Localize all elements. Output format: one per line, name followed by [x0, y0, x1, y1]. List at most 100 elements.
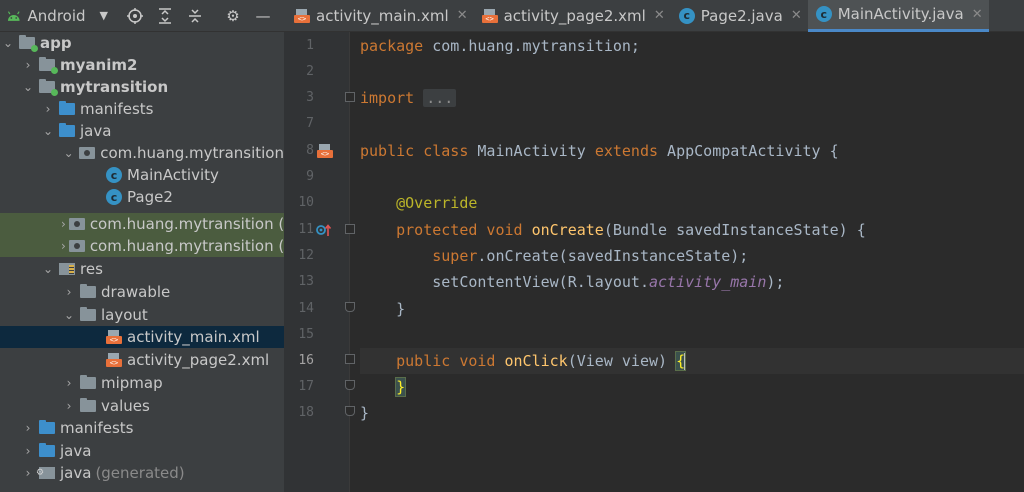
minimize-icon[interactable]: —	[248, 0, 278, 32]
close-icon[interactable]: ✕	[972, 7, 983, 22]
chevron-right-icon[interactable]: ›	[20, 466, 36, 480]
collapse-all-icon[interactable]	[180, 0, 210, 32]
close-icon[interactable]: ✕	[654, 8, 665, 23]
fold-end-icon[interactable]	[345, 302, 355, 312]
tree-item-mipmap[interactable]: › mipmap	[0, 372, 284, 394]
xml-layout-icon: <>	[106, 329, 122, 345]
line-number: 13	[298, 274, 314, 289]
chevron-down-icon[interactable]: ⌄	[40, 262, 56, 276]
code-token: super	[432, 247, 478, 265]
tab-activity-main-xml[interactable]: <> activity_main.xml ✕	[286, 0, 474, 32]
module-folder-icon	[39, 57, 58, 74]
tree-item-myanim2[interactable]: › myanim2	[0, 54, 284, 76]
project-view-selector[interactable]: Android ▼	[0, 0, 108, 32]
tree-item-manifests[interactable]: › manifests	[0, 98, 284, 120]
code-line: public class MainActivity extends AppCom…	[360, 138, 1024, 164]
tree-label: res	[80, 260, 103, 278]
tree-item-java-generated[interactable]: › java (generated)	[0, 462, 284, 484]
code-token: MainActivity	[468, 142, 595, 160]
chevron-down-icon[interactable]: ⌄	[61, 308, 77, 322]
tree-item-package-android-test[interactable]: › com.huang.mytransition (	[0, 213, 284, 235]
folded-imports[interactable]: ...	[423, 89, 457, 107]
chevron-down-icon[interactable]: ⌄	[61, 146, 76, 160]
code-token: (View view)	[567, 352, 677, 370]
project-tree: ⌄ app › myanim2 ⌄ mytransition › manifes…	[0, 32, 284, 492]
tree-item-mytransition[interactable]: ⌄ mytransition	[0, 76, 284, 98]
code-token: );	[766, 273, 785, 291]
chevron-right-icon[interactable]: ›	[20, 58, 36, 72]
chevron-right-icon[interactable]: ›	[20, 421, 36, 435]
tree-item-values[interactable]: › values	[0, 395, 284, 417]
tree-item-res[interactable]: ⌄ res	[0, 258, 284, 280]
code-token: }	[396, 300, 406, 318]
line-number: 1	[306, 38, 314, 53]
tree-item-root-manifests[interactable]: › manifests	[0, 417, 284, 439]
tree-item-root-java[interactable]: › java	[0, 440, 284, 462]
fold-marker-icon[interactable]	[345, 224, 355, 234]
code-editor[interactable]: 1 2 3 7 8 9 10 11 12 13 14 15 16 17 18 <…	[284, 32, 1024, 492]
tab-label: activity_main.xml	[316, 6, 449, 25]
chevron-right-icon[interactable]: ›	[61, 217, 66, 231]
chevron-down-icon[interactable]: ⌄	[20, 80, 36, 94]
tree-item-java[interactable]: ⌄ java	[0, 120, 284, 142]
activity-layout-gutter-icon[interactable]: <>	[317, 143, 333, 163]
chevron-down-icon[interactable]: ⌄	[40, 124, 56, 138]
expand-all-icon[interactable]	[150, 0, 180, 32]
folder-icon	[80, 284, 96, 298]
package-icon	[68, 240, 85, 252]
chevron-right-icon[interactable]: ›	[61, 239, 66, 253]
code-line: super.onCreate(savedInstanceState);	[360, 243, 1024, 269]
chevron-right-icon[interactable]: ›	[20, 444, 36, 458]
code-line: protected void onCreate(Bundle savedInst…	[360, 217, 1024, 243]
fold-end-icon[interactable]	[345, 380, 355, 390]
line-number: 2	[306, 64, 314, 79]
tree-label: layout	[101, 306, 148, 324]
crosshair-icon[interactable]	[120, 0, 150, 32]
tree-label: java	[80, 122, 112, 140]
java-class-icon: c	[106, 189, 122, 205]
line-number: 7	[306, 116, 314, 131]
folder-icon	[39, 420, 55, 434]
gear-icon[interactable]: ⚙	[218, 0, 248, 32]
fold-end-icon[interactable]	[345, 406, 355, 416]
folder-icon	[80, 375, 96, 389]
chevron-right-icon[interactable]: ›	[40, 102, 56, 116]
fold-marker-icon[interactable]	[345, 92, 355, 102]
xml-layout-icon: <>	[481, 8, 498, 24]
top-toolbar: Android ▼ ⚙ — <> activity_main.xml ✕ <> …	[0, 0, 1024, 32]
chevron-down-icon[interactable]: ⌄	[0, 36, 16, 50]
close-icon[interactable]: ✕	[791, 8, 802, 23]
tree-item-package-main[interactable]: ⌄ com.huang.mytransition	[0, 142, 284, 164]
chevron-right-icon[interactable]: ›	[61, 399, 77, 413]
tab-mainactivity-java[interactable]: c MainActivity.java ✕	[807, 0, 989, 32]
code-area[interactable]: package com.huang.mytransition; import .…	[360, 32, 1024, 492]
tree-label: manifests	[80, 100, 154, 118]
tree-item-activity-main-xml[interactable]: <> activity_main.xml	[0, 326, 284, 348]
tree-item-package-test[interactable]: › com.huang.mytransition (	[0, 235, 284, 257]
tab-activity-page2-xml[interactable]: <> activity_page2.xml ✕	[474, 0, 671, 32]
module-folder-icon	[19, 35, 38, 52]
tree-label: com.huang.mytransition (	[89, 215, 284, 233]
tab-label: activity_page2.xml	[503, 6, 646, 25]
tree-label: values	[101, 397, 150, 415]
override-method-icon[interactable]	[316, 223, 332, 241]
close-icon[interactable]: ✕	[457, 8, 468, 23]
tree-item-app[interactable]: ⌄ app	[0, 32, 284, 54]
package-icon	[79, 147, 96, 159]
tree-label: java	[60, 464, 92, 482]
chevron-right-icon[interactable]: ›	[61, 376, 77, 390]
java-class-icon: c	[678, 7, 695, 24]
tree-item-mainactivity[interactable]: c MainActivity	[0, 164, 284, 186]
line-number: 14	[298, 301, 314, 316]
tree-item-drawable[interactable]: › drawable	[0, 281, 284, 303]
tree-item-page2[interactable]: c Page2	[0, 186, 284, 208]
fold-marker-icon[interactable]	[345, 354, 355, 364]
project-view-label: Android	[27, 6, 86, 25]
line-number: 11	[298, 222, 314, 237]
code-token: onClick	[504, 352, 568, 370]
chevron-right-icon[interactable]: ›	[61, 285, 77, 299]
tree-item-layout[interactable]: ⌄ layout	[0, 304, 284, 326]
tab-page2-java[interactable]: c Page2.java ✕	[671, 0, 808, 32]
tree-item-activity-page2-xml[interactable]: <> activity_page2.xml	[0, 349, 284, 371]
tree-label: com.huang.mytransition	[100, 144, 284, 162]
